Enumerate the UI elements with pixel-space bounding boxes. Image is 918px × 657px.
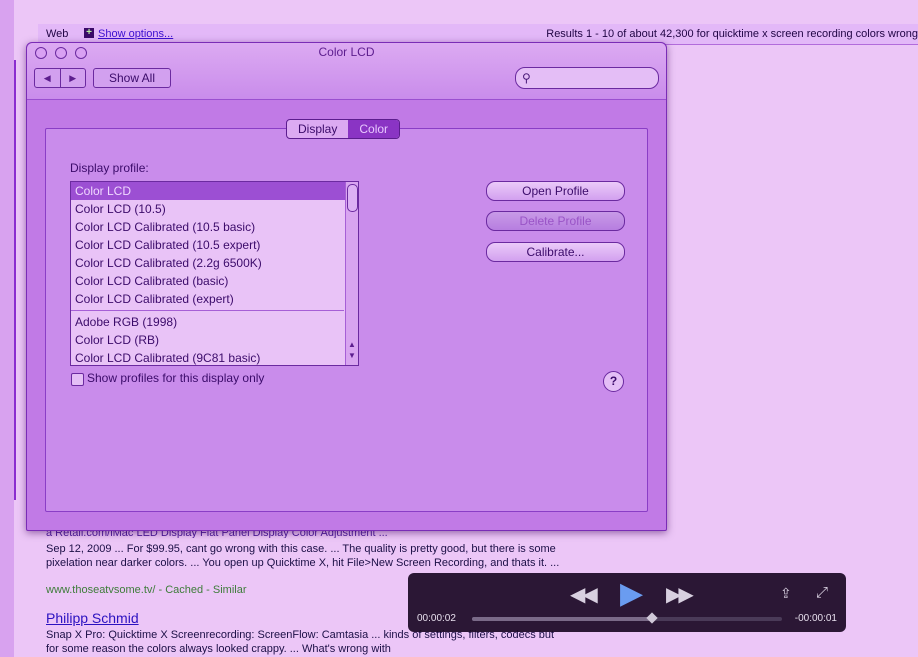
color-lcd-window: Color LCD ◀ ▶ Show All ⚲ Display Color D… — [26, 42, 667, 531]
list-item[interactable]: Color LCD Calibrated (2.2g 6500K) — [71, 254, 358, 272]
list-item[interactable]: Color LCD — [71, 182, 358, 200]
show-options-link[interactable]: Show options... — [98, 24, 173, 44]
result-snippet: Sep 12, 2009 ... For $99.95, cant go wro… — [46, 543, 560, 569]
share-icon[interactable]: ⇪ — [780, 585, 792, 602]
plus-icon[interactable]: + — [84, 28, 94, 38]
show-all-button[interactable]: Show All — [93, 68, 171, 88]
left-edge — [0, 0, 14, 657]
list-item[interactable]: Color LCD Calibrated (expert) — [71, 290, 358, 308]
calibrate-button[interactable]: Calibrate... — [486, 242, 625, 262]
scrubber-fill — [472, 617, 652, 621]
results-summary: Results 1 - 10 of about 42,300 for quick… — [546, 28, 918, 40]
tab-color[interactable]: Color — [348, 120, 400, 138]
list-item[interactable]: Color LCD Calibrated (basic) — [71, 272, 358, 290]
nav-segment: ◀ ▶ — [34, 68, 86, 88]
result-snippet: Snap X Pro: Quicktime X Screenrecording:… — [46, 629, 555, 655]
show-profiles-checkbox[interactable] — [71, 373, 84, 386]
forward-arrow-icon[interactable]: ▶ — [59, 69, 86, 87]
result-title-link[interactable]: Philipp Schmid — [46, 610, 139, 626]
window-titlebar[interactable]: Color LCD ◀ ▶ Show All ⚲ — [27, 43, 666, 100]
scroll-down-arrow-icon[interactable]: ▼ — [347, 351, 357, 360]
back-arrow-icon[interactable]: ◀ — [35, 69, 60, 87]
web-label[interactable]: Web — [46, 24, 68, 44]
open-profile-button[interactable]: Open Profile — [486, 181, 625, 201]
result-url[interactable]: www.thoseatvsome.tv/ - Cached - Similar — [46, 584, 247, 596]
window-title: Color LCD — [318, 45, 375, 59]
search-field[interactable]: ⚲ — [515, 67, 659, 89]
list-divider — [71, 310, 344, 311]
list-item[interactable]: Color LCD (RB) — [71, 331, 358, 349]
scroll-up-arrow-icon[interactable]: ▲ — [347, 340, 357, 349]
rewind-icon[interactable]: ◀◀ — [570, 582, 598, 607]
list-item[interactable]: Color LCD (10.5) — [71, 200, 358, 218]
list-item[interactable]: Color LCD Calibrated (9C81 basic) — [71, 349, 358, 365]
delete-profile-button[interactable]: Delete Profile — [486, 211, 625, 231]
scrubber-handle[interactable] — [646, 612, 658, 624]
fullscreen-icon[interactable]: ⤢ — [816, 584, 828, 601]
tab-bar: Display Color — [286, 119, 401, 139]
display-profile-label: Display profile: — [70, 161, 149, 175]
remaining-time: -00:00:01 — [794, 613, 837, 624]
list-item[interactable]: Color LCD Calibrated (10.5 basic) — [71, 218, 358, 236]
profile-list[interactable]: Color LCD Color LCD (10.5) Color LCD Cal… — [70, 181, 359, 366]
help-button[interactable]: ? — [603, 371, 624, 392]
scrubber-track[interactable] — [472, 612, 782, 624]
list-scrollbar[interactable]: ▲ ▼ — [345, 182, 358, 365]
magnifier-icon: ⚲ — [522, 71, 531, 85]
scroll-thumb[interactable] — [347, 184, 358, 212]
play-icon[interactable]: ▶ — [620, 576, 643, 611]
list-item[interactable]: Color LCD Calibrated (10.5 expert) — [71, 236, 358, 254]
tab-display[interactable]: Display — [287, 120, 348, 138]
show-profiles-checkbox-label[interactable]: Show profiles for this display only — [87, 371, 264, 385]
elapsed-time: 00:00:02 — [417, 613, 456, 624]
left-guide-line — [14, 60, 16, 500]
quicktime-controller: ◀◀ ▶ ▶▶ ⇪ ⤢ 00:00:02 -00:00:01 — [408, 573, 846, 632]
list-item[interactable]: Adobe RGB (1998) — [71, 313, 358, 331]
fast-forward-icon[interactable]: ▶▶ — [666, 582, 694, 607]
